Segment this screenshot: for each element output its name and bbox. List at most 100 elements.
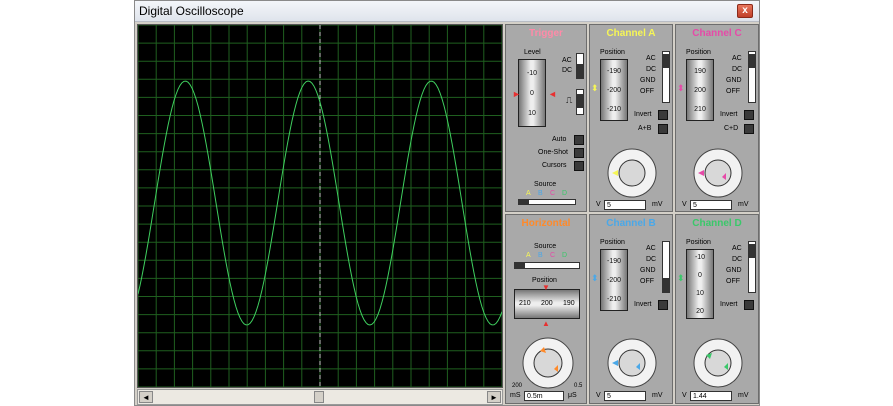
- channel-b-dc-label: DC: [646, 256, 657, 263]
- horizontal-panel: Horizontal Source A B C D Position 210 2…: [505, 214, 587, 404]
- channel-d-tick: 10: [696, 290, 704, 297]
- channel-d-dc-label: DC: [732, 256, 743, 263]
- channel-a-title: Channel A: [606, 28, 656, 39]
- trigger-edge-switch[interactable]: [576, 89, 584, 115]
- trigger-coupling-switch[interactable]: [576, 53, 584, 79]
- channel-c-off-label: OFF: [726, 88, 740, 95]
- channel-b-position-drum[interactable]: -190 -200 -210: [600, 249, 628, 311]
- channel-c-volts-input[interactable]: 5: [690, 200, 732, 210]
- channel-a-tick: -210: [606, 106, 621, 113]
- title-bar: Digital Oscilloscope x: [135, 1, 759, 22]
- horizontal-tick: 200: [541, 300, 553, 307]
- channel-a-volts-dial[interactable]: [594, 137, 670, 199]
- channel-a-coupling-switch[interactable]: [662, 51, 670, 103]
- horizontal-tick: 190: [563, 300, 575, 307]
- channel-b-volts-input[interactable]: 5: [604, 391, 646, 401]
- channel-b-panel: Channel B Position -190 -200 -210 ⬍ AC D…: [589, 214, 673, 404]
- channel-d-volts-input[interactable]: 1.44: [690, 391, 732, 401]
- horizontal-title: Horizontal: [521, 218, 571, 229]
- channel-b-gnd-label: GND: [640, 267, 656, 274]
- trigger-cursors-label: Cursors: [542, 162, 567, 169]
- channel-c-coupling-switch[interactable]: [748, 51, 756, 103]
- trigger-source-slider[interactable]: [518, 199, 576, 205]
- trigger-auto-label: Auto: [552, 136, 567, 143]
- channel-a-position-label: Position: [600, 49, 625, 56]
- horizontal-time-dial[interactable]: [510, 329, 586, 389]
- channel-d-coupling-switch[interactable]: [748, 241, 756, 293]
- channel-c-tick: 200: [694, 87, 706, 94]
- channel-c-volts-dial[interactable]: [680, 137, 756, 199]
- horizontal-source-a: A: [526, 252, 531, 259]
- channel-a-invert-button[interactable]: [658, 110, 668, 120]
- channel-b-unit-v: V: [596, 392, 601, 399]
- trigger-tick: -10: [526, 70, 538, 77]
- channel-d-invert-label: Invert: [720, 301, 738, 308]
- trigger-auto-button[interactable]: [574, 135, 584, 145]
- channel-c-tick: 190: [694, 68, 706, 75]
- trigger-cursors-button[interactable]: [574, 161, 584, 171]
- channel-a-invert-label: Invert: [634, 111, 652, 118]
- channel-b-ac-label: AC: [646, 245, 656, 252]
- channel-d-invert-button[interactable]: [744, 300, 754, 310]
- channel-c-sum-button[interactable]: [744, 124, 754, 134]
- channel-c-ac-label: AC: [732, 55, 742, 62]
- channel-c-panel: Channel C Position 190 200 210 ⬍ AC DC G…: [675, 24, 759, 212]
- channel-a-position-marker-icon: ⬍: [591, 83, 599, 93]
- channel-c-position-marker-icon: ⬍: [677, 83, 685, 93]
- channel-a-sum-button[interactable]: [658, 124, 668, 134]
- oscilloscope-window: Digital Oscilloscope x ◄ ► Trigger Level…: [134, 0, 760, 406]
- channel-c-invert-label: Invert: [720, 111, 738, 118]
- trigger-source-d: D: [562, 190, 568, 197]
- scroll-left-button[interactable]: ◄: [139, 391, 153, 403]
- channel-d-tick: -10: [694, 254, 706, 261]
- channel-d-position-drum[interactable]: -10 0 10 20: [686, 249, 714, 319]
- trigger-oneshot-label: One-Shot: [538, 149, 568, 156]
- horizontal-source-slider[interactable]: [514, 262, 580, 269]
- channel-c-invert-button[interactable]: [744, 110, 754, 120]
- channel-d-position-marker-icon: ⬍: [677, 273, 685, 283]
- channel-d-gnd-label: GND: [726, 267, 742, 274]
- horizontal-tick: 210: [519, 300, 531, 307]
- trigger-oneshot-button[interactable]: [574, 148, 584, 158]
- scope-plot: [137, 24, 503, 388]
- channel-b-volts-dial[interactable]: [594, 327, 670, 389]
- channel-d-title: Channel D: [692, 218, 742, 229]
- channel-a-position-drum[interactable]: -190 -200 -210: [600, 59, 628, 121]
- channel-b-position-marker-icon: ⬍: [591, 273, 599, 283]
- horizontal-position-marker-bottom-icon: ▲: [542, 319, 550, 328]
- horizontal-scrollbar[interactable]: ◄ ►: [137, 389, 503, 405]
- horizontal-unit-ms: mS: [510, 392, 521, 399]
- horizontal-position-drum[interactable]: 210 200 190: [514, 289, 580, 319]
- channel-d-tick: 0: [698, 272, 702, 279]
- horizontal-dial-max: 0.5: [574, 383, 583, 389]
- horizontal-source-d: D: [562, 252, 568, 259]
- trigger-source-c: C: [550, 190, 556, 197]
- channel-b-invert-label: Invert: [634, 301, 652, 308]
- channel-c-unit-mv: mV: [738, 201, 749, 208]
- channel-d-tick: 20: [696, 308, 704, 315]
- channel-a-panel: Channel A Position -190 -200 -210 ⬍ AC D…: [589, 24, 673, 212]
- horizontal-unit-us: μS: [568, 392, 577, 399]
- channel-b-tick: -190: [606, 258, 621, 265]
- channel-b-coupling-switch[interactable]: [662, 241, 670, 293]
- scroll-right-button[interactable]: ►: [487, 391, 501, 403]
- channel-c-sum-label: C+D: [724, 125, 739, 132]
- close-button[interactable]: x: [737, 4, 753, 18]
- scroll-thumb[interactable]: [314, 391, 324, 403]
- channel-b-invert-button[interactable]: [658, 300, 668, 310]
- channel-d-volts-dial[interactable]: [680, 327, 756, 389]
- trigger-level-marker-icon: ►: [512, 89, 521, 99]
- channel-d-position-label: Position: [686, 239, 711, 246]
- trigger-level-drum[interactable]: -10 0 10: [518, 59, 546, 127]
- channel-a-volts-input[interactable]: 5: [604, 200, 646, 210]
- horizontal-source-c: C: [550, 252, 556, 259]
- channel-a-off-label: OFF: [640, 88, 654, 95]
- channel-c-title: Channel C: [692, 28, 742, 39]
- channel-b-off-label: OFF: [640, 278, 654, 285]
- channel-a-gnd-label: GND: [640, 77, 656, 84]
- horizontal-time-input[interactable]: 0.5m: [524, 391, 564, 401]
- channel-c-position-drum[interactable]: 190 200 210: [686, 59, 714, 121]
- trigger-title: Trigger: [529, 28, 563, 39]
- scope-grid: [137, 24, 503, 388]
- trigger-level-label: Level: [524, 49, 541, 56]
